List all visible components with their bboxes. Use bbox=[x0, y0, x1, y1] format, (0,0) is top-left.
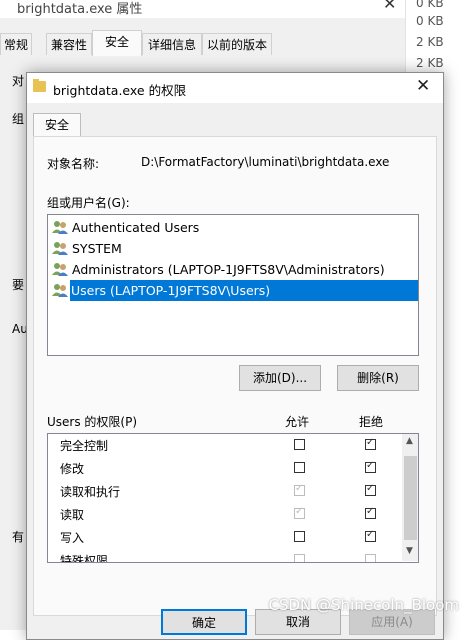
allow-checkbox[interactable] bbox=[294, 531, 305, 542]
permission-row: 特殊权限 bbox=[48, 549, 400, 563]
ok-button[interactable]: 确定 bbox=[161, 609, 247, 635]
permission-row: 读取和执行 bbox=[48, 480, 400, 503]
deny-header: 拒绝 bbox=[359, 415, 384, 429]
permission-name: 写入 bbox=[60, 531, 85, 545]
remove-button[interactable]: 删除(R) bbox=[337, 365, 419, 391]
security-panel: 对象名称: D:\FormatFactory\luminati\brightda… bbox=[33, 136, 437, 616]
background-side-text: 要 bbox=[12, 278, 25, 292]
object-name-label: 对象名称: bbox=[47, 157, 100, 171]
tab-previous-versions[interactable]: 以前的版本 bbox=[202, 33, 272, 55]
permission-row: 修改 bbox=[48, 457, 400, 480]
tab-security-dialog[interactable]: 安全 bbox=[33, 113, 81, 137]
background-tab-strip: 常规 兼容性 安全 详细信息 以前的版本 bbox=[0, 30, 405, 56]
scroll-up-icon[interactable]: ▲ bbox=[406, 436, 413, 446]
user-group-icon bbox=[52, 242, 68, 255]
permission-name: 读取 bbox=[60, 508, 85, 522]
permissions-list[interactable]: 完全控制 修改 读取和执行 读取 写入 bbox=[47, 433, 419, 563]
permissions-label: Users 的权限(P) bbox=[47, 415, 138, 429]
close-icon[interactable]: ✕ bbox=[416, 76, 430, 96]
permission-row: 完全控制 bbox=[48, 434, 400, 457]
user-group-icon bbox=[52, 263, 68, 276]
dialog-title: brightdata.exe 的权限 bbox=[53, 83, 187, 98]
allow-checkbox[interactable] bbox=[294, 439, 305, 450]
scroll-down-icon[interactable]: ▼ bbox=[406, 546, 413, 556]
permission-name: 特殊权限 bbox=[60, 554, 109, 563]
group-or-user-label: 组或用户名(G): bbox=[47, 196, 130, 210]
allow-checkbox-inherited bbox=[294, 483, 305, 496]
object-name-value: D:\FormatFactory\luminati\brightdata.exe bbox=[141, 155, 390, 169]
deny-checkbox[interactable] bbox=[365, 460, 376, 473]
user-name: SYSTEM bbox=[72, 241, 122, 256]
background-side-text: 组 bbox=[12, 112, 25, 126]
tab-general[interactable]: 常规 bbox=[0, 33, 32, 55]
permissions-dialog: brightdata.exe 的权限 ✕ 安全 对象名称: D:\FormatF… bbox=[26, 72, 444, 640]
permission-row: 写入 bbox=[48, 526, 400, 549]
user-group-icon bbox=[52, 284, 68, 297]
list-item[interactable]: Authenticated Users bbox=[52, 217, 418, 238]
permission-name: 完全控制 bbox=[60, 439, 109, 453]
list-item-selected[interactable]: Users (LAPTOP-1J9FTS8V\Users) bbox=[70, 280, 418, 301]
scroll-thumb[interactable] bbox=[404, 456, 417, 540]
list-item[interactable]: Administrators (LAPTOP-1J9FTS8V\Administ… bbox=[52, 259, 418, 280]
background-side-text: 有 bbox=[12, 530, 25, 544]
file-size: 0 KB bbox=[416, 14, 444, 28]
tab-details[interactable]: 详细信息 bbox=[142, 33, 202, 55]
deny-checkbox[interactable] bbox=[365, 483, 376, 496]
user-name: Authenticated Users bbox=[72, 220, 200, 235]
allow-checkbox-inherited bbox=[294, 506, 305, 519]
permission-name: 修改 bbox=[60, 462, 85, 476]
file-size: 0 KB bbox=[416, 0, 444, 10]
background-titlebar: brightdata.exe 属性 ✕ bbox=[0, 0, 405, 18]
folder-icon bbox=[33, 79, 46, 92]
user-group-icon bbox=[52, 221, 68, 234]
permission-name: 读取和执行 bbox=[60, 485, 121, 499]
permissions-scrollbar[interactable]: ▲ ▼ bbox=[402, 434, 418, 561]
deny-checkbox[interactable] bbox=[365, 554, 376, 562]
file-size: 2 KB bbox=[416, 56, 444, 70]
list-item[interactable]: SYSTEM bbox=[52, 238, 418, 259]
allow-checkbox[interactable] bbox=[294, 554, 305, 562]
dialog-titlebar: brightdata.exe 的权限 ✕ bbox=[27, 73, 443, 103]
file-size: 2 KB bbox=[416, 35, 444, 49]
background-close-icon[interactable]: ✕ bbox=[383, 0, 396, 13]
users-list[interactable]: Authenticated Users SYSTEM Administrator… bbox=[47, 214, 419, 356]
tab-compatibility[interactable]: 兼容性 bbox=[46, 33, 92, 55]
deny-checkbox[interactable] bbox=[365, 437, 376, 450]
add-button[interactable]: 添加(D)... bbox=[239, 365, 321, 391]
background-window-title: brightdata.exe 属性 bbox=[17, 2, 143, 17]
deny-checkbox[interactable] bbox=[365, 506, 376, 519]
allow-checkbox[interactable] bbox=[294, 462, 305, 473]
user-name: Users (LAPTOP-1J9FTS8V\Users) bbox=[71, 283, 271, 298]
tab-security[interactable]: 安全 bbox=[92, 30, 142, 56]
permission-row: 读取 bbox=[48, 503, 400, 526]
watermark-text: CSDN @Shinecoln_Bloom bbox=[268, 596, 460, 614]
background-side-text: 对 bbox=[12, 74, 25, 88]
allow-header: 允许 bbox=[285, 415, 310, 429]
user-name: Administrators (LAPTOP-1J9FTS8V\Administ… bbox=[72, 262, 385, 277]
deny-checkbox[interactable] bbox=[365, 529, 376, 542]
